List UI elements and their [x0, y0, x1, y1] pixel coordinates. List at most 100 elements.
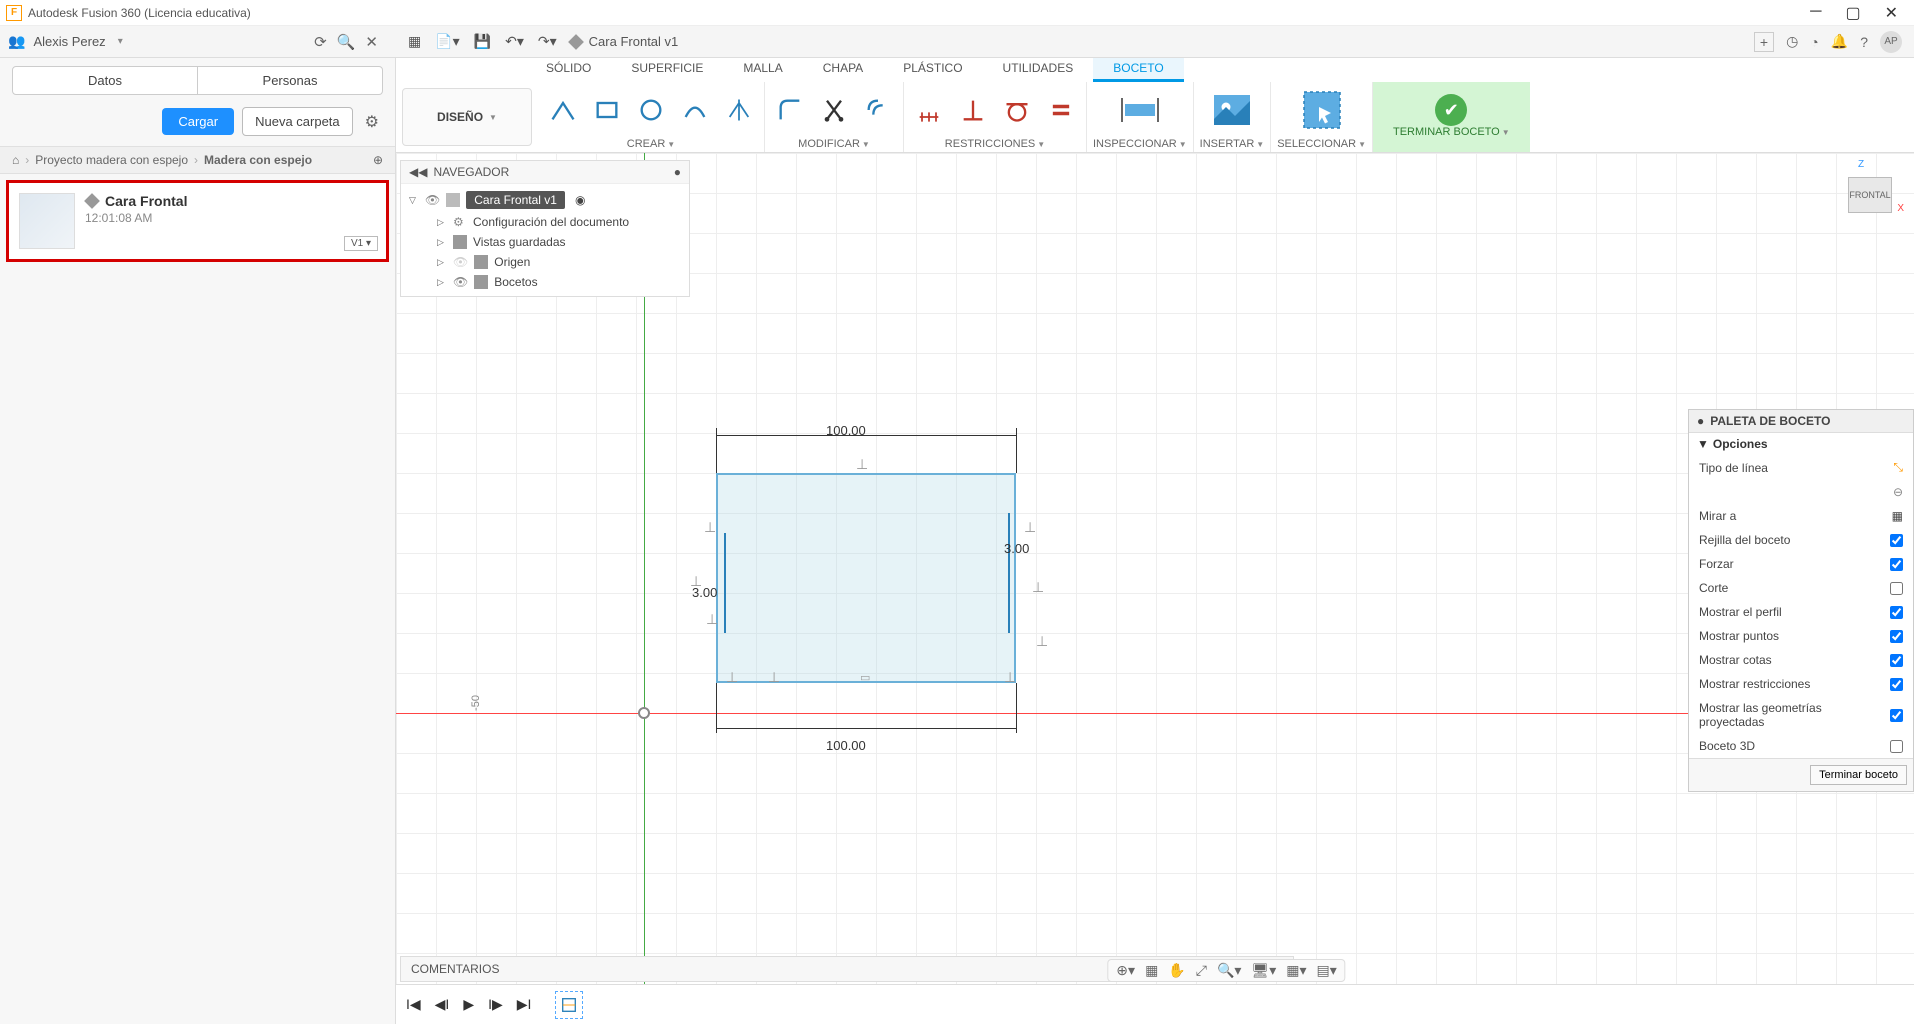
finish-sketch-button[interactable]: Terminar boceto [1810, 765, 1907, 785]
radio-default-icon[interactable]: ◉ [575, 193, 585, 207]
upload-button[interactable]: Cargar [162, 108, 234, 135]
minimize-button[interactable]: ─ [1810, 3, 1821, 23]
constraint-glyph[interactable]: ⊥ [726, 669, 738, 686]
timeline-end-icon[interactable]: ▶I [517, 996, 532, 1013]
line-tool-icon[interactable] [544, 91, 582, 129]
close-panel-icon[interactable]: ✕ [365, 33, 378, 51]
timeline-stepfwd-icon[interactable]: I▶ [488, 996, 503, 1013]
offset-tool-icon[interactable] [859, 91, 897, 129]
constraint-glyph[interactable]: ⊥ [1024, 519, 1036, 536]
visibility-icon[interactable]: 👁 [453, 275, 468, 289]
sketch-line-left[interactable] [724, 533, 726, 633]
construction-icon[interactable]: ⊖ [1893, 485, 1903, 499]
profile-checkbox[interactable] [1890, 606, 1903, 619]
breadcrumb-project[interactable]: Proyecto madera con espejo [35, 153, 188, 167]
zoom-icon[interactable]: ⤢ [1196, 962, 1207, 979]
constraint-glyph[interactable]: ⊥ [1032, 579, 1044, 596]
zoom-fit-icon[interactable]: 🔍▾ [1217, 962, 1241, 979]
lookat-icon[interactable]: ▦ [1892, 509, 1903, 523]
grid-checkbox[interactable] [1890, 534, 1903, 547]
extensions-icon[interactable]: ◷ [1786, 33, 1798, 50]
grid-settings-icon[interactable]: ▦▾ [1286, 962, 1306, 979]
ribbon-tab-sheet[interactable]: CHAPA [803, 58, 883, 82]
undo-icon[interactable]: ↶▾ [505, 33, 524, 50]
visibility-icon[interactable]: 👁 [453, 255, 468, 269]
mirror-tool-icon[interactable] [720, 91, 758, 129]
palette-header[interactable]: ● PALETA DE BOCETO [1689, 410, 1913, 433]
select-icon[interactable] [1298, 86, 1346, 134]
redo-icon[interactable]: ↷▾ [538, 33, 557, 50]
dimension-bottom[interactable]: 100.00 [826, 738, 866, 753]
document-tab[interactable]: Cara Frontal v1 ✕ [569, 32, 1742, 52]
browser-header[interactable]: ◀◀ NAVEGADOR ● [401, 161, 689, 184]
tree-arrow-icon[interactable]: ▷ [437, 257, 447, 268]
ribbon-group-finish[interactable]: ✔ TERMINAR BOCETO▼ [1373, 82, 1530, 152]
tree-root[interactable]: ▽ 👁 Cara Frontal v1 ◉ [401, 188, 689, 212]
constraint-glyph[interactable]: ⊥ [1036, 633, 1048, 650]
tree-arrow-icon[interactable]: ▽ [409, 195, 419, 206]
ribbon-tab-mesh[interactable]: MALLA [723, 58, 802, 82]
tab-data[interactable]: Datos [12, 66, 198, 95]
ribbon-tab-plastic[interactable]: PLÁSTICO [883, 58, 982, 82]
maximize-button[interactable]: ▢ [1845, 3, 1860, 23]
rectangle-tool-icon[interactable] [588, 91, 626, 129]
constraint-glyph[interactable]: ⊥ [768, 669, 780, 686]
file-card[interactable]: Cara Frontal 12:01:08 AM V1 ▾ [6, 180, 389, 262]
snap-checkbox[interactable] [1890, 558, 1903, 571]
tree-item-origin[interactable]: ▷ 👁 Origen [401, 252, 689, 272]
equal-constraint-icon[interactable] [1042, 91, 1080, 129]
collapse-icon[interactable]: ● [1697, 414, 1704, 428]
dimension-right-3[interactable]: 3.00 [1004, 541, 1029, 556]
timeline-feature-sketch[interactable] [555, 991, 583, 1019]
timeline-start-icon[interactable]: I◀ [406, 996, 421, 1013]
projected-checkbox[interactable] [1890, 709, 1903, 722]
insert-icon[interactable] [1208, 86, 1256, 134]
palette-section-options[interactable]: ▼ Opciones [1689, 433, 1913, 455]
user-menu-chevron-icon[interactable]: ▾ [118, 36, 123, 47]
grid-apps-icon[interactable]: ▦ [408, 33, 421, 50]
constraint-glyph[interactable]: ⊥ [706, 611, 718, 628]
ribbon-tab-surface[interactable]: SUPERFICIE [611, 58, 723, 82]
tree-arrow-icon[interactable]: ▷ [437, 277, 447, 288]
notifications-icon[interactable]: 🔔 [1831, 33, 1848, 50]
close-button[interactable]: ✕ [1885, 3, 1898, 23]
workspace-switcher[interactable]: DISEÑO ▼ [402, 88, 532, 146]
tree-item-savedviews[interactable]: ▷ Vistas guardadas [401, 232, 689, 252]
display-icon[interactable]: 🖥▾ [1251, 962, 1276, 979]
ribbon-tab-solid[interactable]: SÓLIDO [526, 58, 611, 82]
lookat-nav-icon[interactable]: ▦ [1145, 962, 1158, 979]
ribbon-tab-sketch[interactable]: BOCETO [1093, 58, 1183, 82]
refresh-icon[interactable]: ⟳ [314, 33, 327, 51]
viewport-icon[interactable]: ▤▾ [1316, 962, 1336, 979]
user-avatar[interactable]: AP [1880, 31, 1902, 53]
pin-icon[interactable]: ● [674, 165, 681, 179]
dims-checkbox[interactable] [1890, 654, 1903, 667]
constraint-glyph[interactable]: ⊥ [704, 519, 716, 536]
ribbon-tab-utilities[interactable]: UTILIDADES [983, 58, 1094, 82]
tree-arrow-icon[interactable]: ▷ [437, 237, 447, 248]
timeline-play-icon[interactable]: ▶ [463, 996, 474, 1013]
breadcrumb-share-icon[interactable]: ⊕ [373, 153, 383, 167]
fillet-tool-icon[interactable] [771, 91, 809, 129]
user-name[interactable]: Alexis Perez [33, 34, 105, 49]
sketch3d-checkbox[interactable] [1890, 740, 1903, 753]
help-icon[interactable]: ? [1860, 34, 1868, 50]
trim-tool-icon[interactable] [815, 91, 853, 129]
sketch-line-right[interactable] [1008, 513, 1010, 633]
search-icon[interactable]: 🔍 [337, 33, 356, 51]
inspect-icon[interactable] [1116, 86, 1164, 134]
origin-point[interactable] [638, 707, 650, 719]
constraint-glyph[interactable]: ⊥ [1004, 669, 1016, 686]
perpendicular-constraint-icon[interactable] [954, 91, 992, 129]
visibility-icon[interactable]: 👁 [425, 193, 440, 207]
horizontal-constraint-icon[interactable] [910, 91, 948, 129]
constraints-checkbox[interactable] [1890, 678, 1903, 691]
slice-checkbox[interactable] [1890, 582, 1903, 595]
view-cube-face[interactable]: FRONTAL [1848, 177, 1892, 213]
save-icon[interactable]: 💾 [474, 33, 491, 50]
new-tab-icon[interactable]: + [1754, 32, 1774, 52]
arc-tool-icon[interactable] [676, 91, 714, 129]
job-status-icon[interactable]: ◔ [1810, 34, 1818, 50]
linetype-icon[interactable]: ⤡ [1893, 460, 1903, 475]
constraint-glyph[interactable]: ▭ [860, 671, 870, 684]
